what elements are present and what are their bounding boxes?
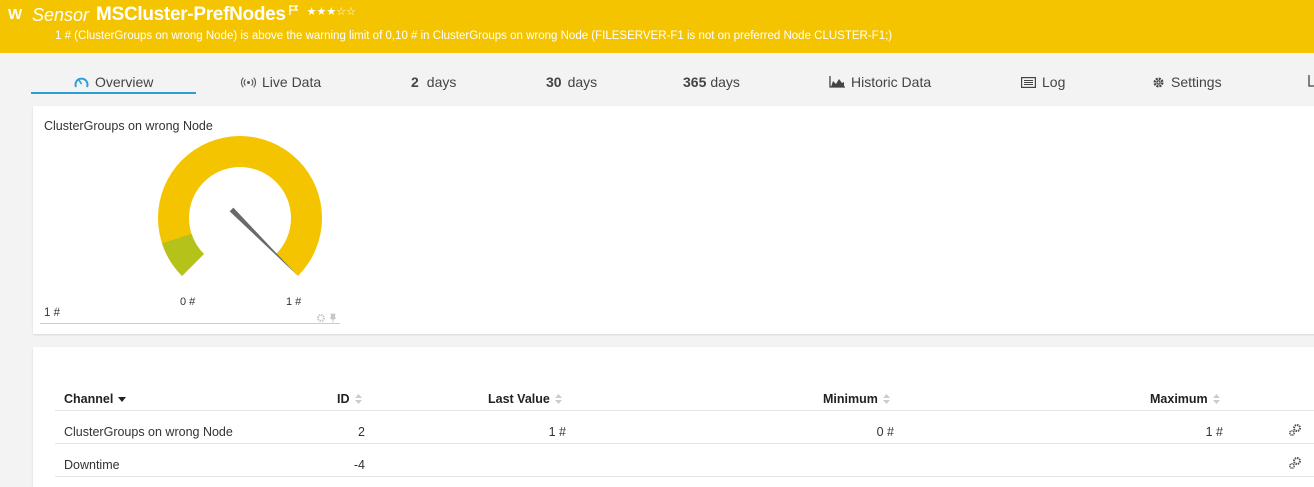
channels-table: Channel ID Last Value Minimum Maximum Cl… xyxy=(33,347,1314,487)
gear-icon xyxy=(1152,76,1165,89)
channel-name[interactable]: ClusterGroups on wrong Node xyxy=(64,425,233,439)
tab-log[interactable]: Log xyxy=(1021,74,1065,90)
channel-id: 2 xyxy=(358,425,365,439)
gauge-value-label: 1 # xyxy=(44,307,60,319)
tab-overview[interactable]: Overview xyxy=(74,74,153,90)
tab-2-days[interactable]: 2 days xyxy=(411,74,456,90)
gauge-max-label: 1 # xyxy=(286,296,302,308)
pin-icon[interactable] xyxy=(328,310,338,328)
live-signal-icon xyxy=(241,76,256,88)
column-header-last-value[interactable]: Last Value xyxy=(488,392,562,406)
sensor-name[interactable]: MSCluster-PrefNodes xyxy=(96,4,286,26)
gauge-tools xyxy=(316,310,338,328)
status-message: 1 # (ClusterGroups on wrong Node) is abo… xyxy=(55,30,893,42)
sensor-title: Sensor MSCluster-PrefNodes ★★★☆☆ xyxy=(32,3,356,27)
column-header-id[interactable]: ID xyxy=(337,392,362,406)
sort-desc-icon xyxy=(118,396,127,402)
gauge-icon xyxy=(74,76,89,89)
channel-settings-icon[interactable] xyxy=(1288,456,1302,475)
sort-icon xyxy=(882,394,890,404)
sensor-tabs: Overview Live Data 2 days 30 days 365 days … xyxy=(0,66,1314,96)
gauge-min-label: 0 # xyxy=(180,296,196,308)
gauge-title: ClusterGroups on wrong Node xyxy=(44,119,213,133)
divider xyxy=(40,323,340,324)
divider xyxy=(55,443,1314,444)
column-header-maximum[interactable]: Maximum xyxy=(1150,392,1220,406)
priority-stars[interactable]: ★★★☆☆ xyxy=(307,5,356,18)
divider xyxy=(55,410,1314,411)
gauge-dial xyxy=(158,135,322,276)
sort-icon xyxy=(554,394,562,404)
tab-more[interactable] xyxy=(1308,74,1314,90)
column-header-channel[interactable]: Channel xyxy=(64,392,127,406)
active-tab-indicator xyxy=(31,92,196,94)
tab-historic-data[interactable]: Historic Data xyxy=(829,74,931,90)
area-chart-icon-partial xyxy=(1308,74,1314,90)
tab-live-data[interactable]: Live Data xyxy=(241,74,321,90)
gauge-panel: ClusterGroups on wrong Node 0 # 1 # 1 # xyxy=(33,106,1314,334)
channel-id: -4 xyxy=(353,458,365,472)
log-list-icon xyxy=(1021,76,1036,88)
sort-icon xyxy=(354,394,362,404)
channel-last-value: 1 # xyxy=(548,425,566,439)
sensor-header: W Sensor MSCluster-PrefNodes ★★★☆☆ 1 # (… xyxy=(0,0,1314,53)
sensor-type-label: Sensor xyxy=(32,4,90,25)
column-header-minimum[interactable]: Minimum xyxy=(823,392,890,406)
tab-30-days[interactable]: 30 days xyxy=(546,74,597,90)
status-letter: W xyxy=(8,6,23,23)
channel-minimum: 0 # xyxy=(876,425,894,439)
area-chart-icon xyxy=(829,76,845,88)
flag-icon[interactable] xyxy=(289,2,299,20)
tab-365-days[interactable]: 365 days xyxy=(683,74,740,90)
channel-settings-icon[interactable] xyxy=(1288,423,1302,442)
channel-name[interactable]: Downtime xyxy=(64,458,120,472)
tab-settings[interactable]: Settings xyxy=(1152,74,1222,90)
channel-maximum: 1 # xyxy=(1205,425,1223,439)
sort-icon xyxy=(1212,394,1220,404)
gear-icon[interactable] xyxy=(316,310,326,328)
